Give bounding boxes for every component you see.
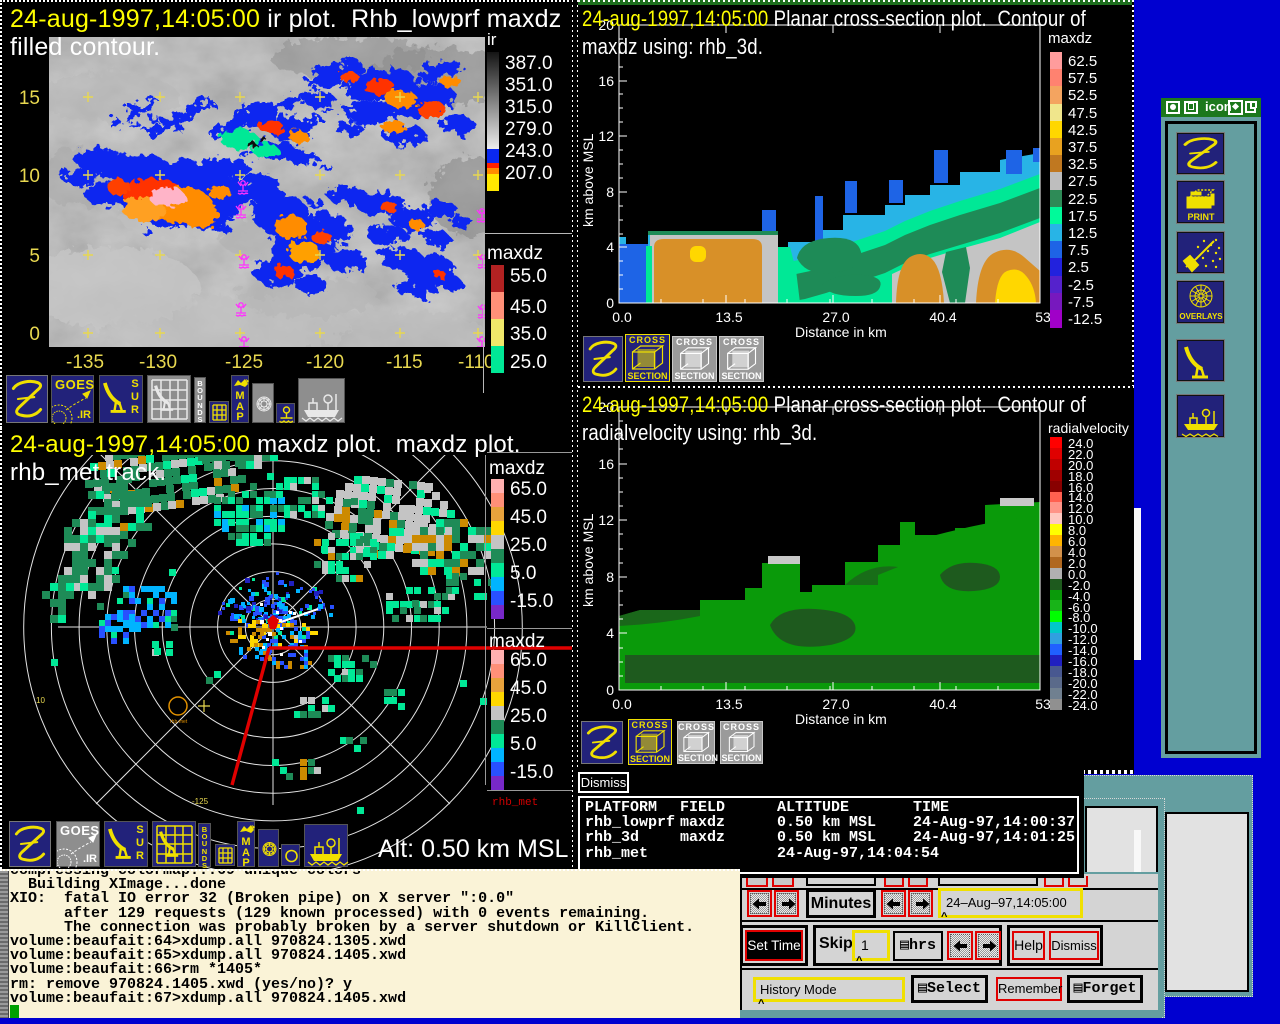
- svg-text:PRINT: PRINT: [1188, 212, 1216, 222]
- svg-text:OVERLAYS: OVERLAYS: [1179, 312, 1223, 321]
- svg-text:-125: -125: [192, 797, 209, 806]
- svg-text:rhb-met: rhb-met: [170, 719, 188, 725]
- svg-text:10: 10: [36, 696, 45, 705]
